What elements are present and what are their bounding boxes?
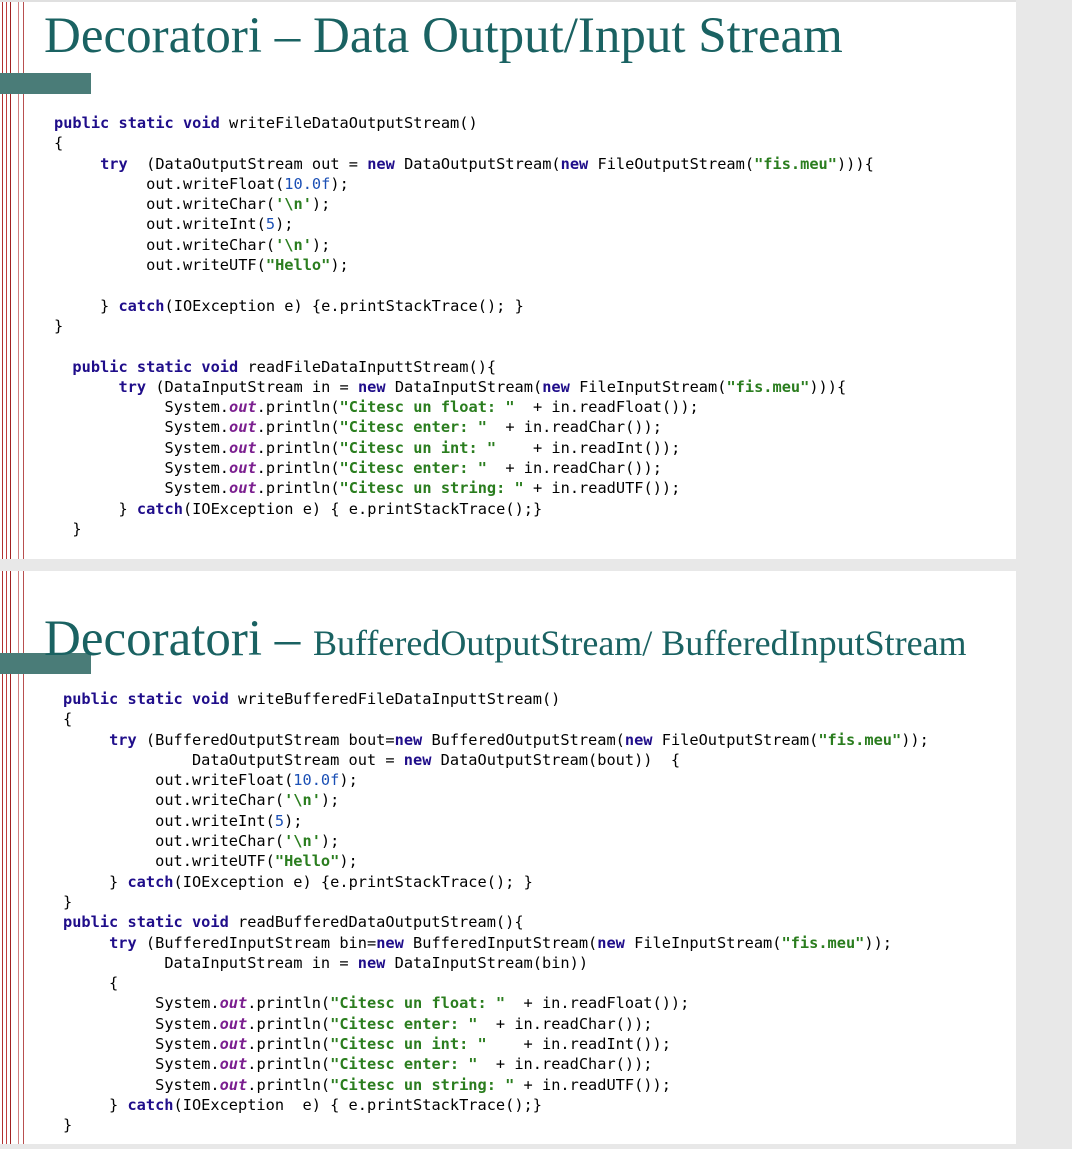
code-line: System.out.println("Citesc enter: " + in… (164, 418, 662, 437)
code-line: System.out.println("Citesc un int: " + i… (155, 1035, 671, 1054)
code-line: } (54, 519, 82, 538)
code-line: try (DataInputStream in = new DataInputS… (118, 377, 847, 396)
code-line: { (54, 134, 64, 153)
code-line: System.out.println("Citesc un string: " … (155, 1075, 671, 1094)
code-line: public static void readBufferedDataOutpu… (63, 913, 524, 932)
code-line: public static void writeFileDataOutputSt… (54, 114, 478, 132)
code-line: out.writeFloat(10.0f); (146, 174, 349, 193)
code-line: out.writeUTF("Hello"); (146, 256, 349, 275)
code-line: out.writeInt(5); (146, 215, 294, 234)
slide-title: Decoratori – Data Output/Input Stream (44, 8, 843, 64)
code-line: } catch(IOException e) { e.printStackTra… (54, 499, 543, 518)
code-block: public static void writeFileDataOutputSt… (54, 113, 874, 539)
code-line: } (54, 316, 64, 335)
code-line: DataOutputStream out = new DataOutputStr… (191, 750, 681, 769)
code-line: public static void readFileDataInputtStr… (72, 357, 497, 376)
code-line: out.writeChar('\n'); (146, 235, 331, 254)
code-line: System.out.println("Citesc enter: " + in… (164, 459, 662, 478)
code-line: out.writeChar('\n'); (155, 791, 340, 810)
code-line: try (BufferedInputStream bin=new Buffere… (109, 933, 893, 952)
slide-data-streams: Decoratori – Data Output/Input Stream pu… (0, 0, 1016, 559)
slide-buffered-streams: Decoratori – BufferedOutputStream/ Buffe… (0, 571, 1016, 1144)
code-line: out.writeChar('\n'); (146, 195, 331, 214)
code-line: out.writeUTF("Hello"); (155, 852, 358, 871)
code-line: try (DataOutputStream out = new DataOutp… (100, 154, 874, 173)
code-line: System.out.println("Citesc un float: " +… (155, 994, 690, 1013)
code-block: public static void writeBufferedFileData… (63, 689, 929, 1136)
code-line: } catch(IOException e) { e.printStackTra… (63, 1095, 542, 1114)
slide-title: Decoratori – BufferedOutputStream/ Buffe… (44, 609, 967, 673)
code-line: try (BufferedOutputStream bout=new Buffe… (109, 730, 929, 749)
code-line: System.out.println("Citesc un int: " + i… (164, 438, 681, 457)
code-line: } (63, 1116, 73, 1135)
code-line: public static void writeBufferedFileData… (63, 690, 561, 708)
code-line: } catch(IOException e) {e.printStackTrac… (63, 872, 533, 891)
slide-title-dash: – (262, 611, 314, 667)
code-line: System.out.println("Citesc enter: " + in… (155, 1055, 653, 1074)
code-line: { (63, 974, 119, 993)
code-line: { (63, 710, 73, 729)
slide-title-main: Decoratori (44, 611, 263, 667)
code-line: out.writeChar('\n'); (155, 832, 340, 851)
slide-title-sub: BufferedOutputStream/ BufferedInputStrea… (313, 623, 967, 663)
code-line: out.writeFloat(10.0f); (155, 771, 358, 790)
code-line: } (63, 892, 73, 911)
code-line: System.out.println("Citesc un float: " +… (164, 398, 699, 417)
code-line: System.out.println("Citesc enter: " + in… (155, 1014, 653, 1033)
code-line: } catch(IOException e) {e.printStackTrac… (54, 296, 524, 315)
code-line: System.out.println("Citesc un string: " … (164, 479, 681, 498)
code-line: out.writeInt(5); (155, 811, 303, 830)
title-accent-bar (0, 73, 91, 94)
code-line: DataInputStream in = new DataInputStream… (164, 953, 589, 972)
